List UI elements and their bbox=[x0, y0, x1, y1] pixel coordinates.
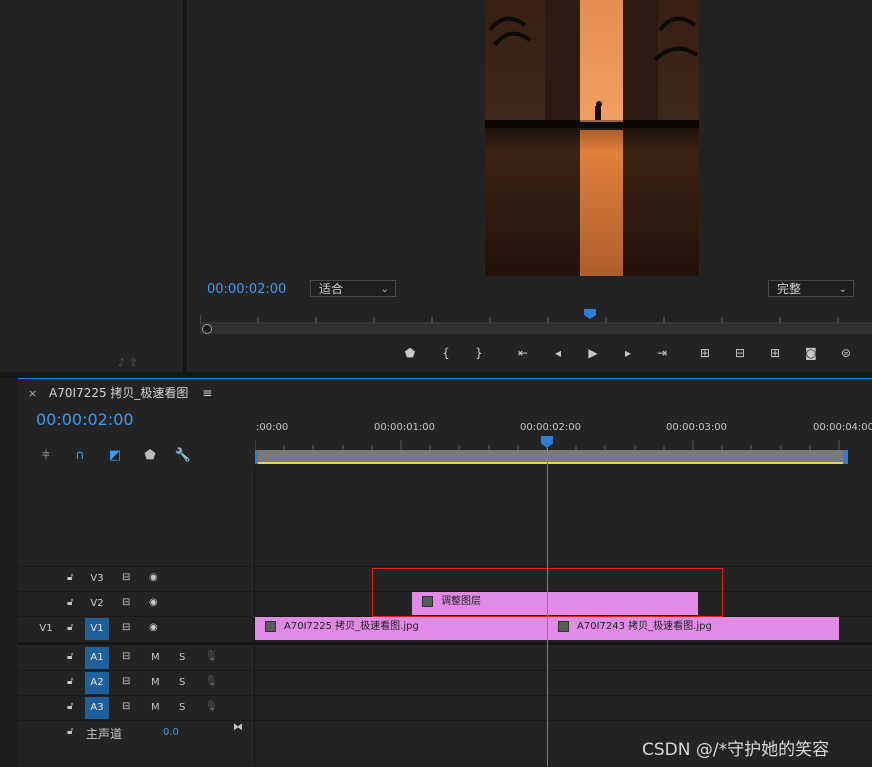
go-to-end-icon[interactable]: ⧓ bbox=[233, 722, 243, 733]
lock-icon[interactable]: 🔓︎ bbox=[67, 676, 73, 687]
compare-icon[interactable]: ⊞ bbox=[766, 344, 784, 362]
master-track-label: 主声道 bbox=[86, 727, 123, 741]
work-area-start-handle[interactable] bbox=[255, 450, 258, 464]
timeline-ruler[interactable]: :00:00 00:00:01:00 00:00:02:00 00:00:03:… bbox=[255, 420, 872, 450]
row-divider bbox=[18, 566, 872, 567]
mute-button[interactable]: M bbox=[151, 652, 160, 663]
eye-icon[interactable]: ◉ bbox=[149, 597, 158, 608]
scrub-start-handle[interactable] bbox=[202, 324, 212, 334]
sync-lock-icon[interactable]: ⊟ bbox=[122, 701, 130, 712]
video-clip[interactable]: A70I7225 拷贝_极速看图.jpg bbox=[255, 617, 547, 640]
clip-label: A70I7225 拷贝_极速看图.jpg bbox=[284, 621, 419, 632]
microphone-icon[interactable]: 🎙︎ bbox=[205, 676, 218, 687]
go-to-in-icon[interactable]: ⇤ bbox=[514, 344, 532, 362]
row-divider bbox=[18, 695, 872, 696]
mark-out-icon[interactable]: } bbox=[470, 344, 488, 362]
track-label-v1[interactable]: V1 bbox=[85, 618, 109, 640]
solo-button[interactable]: S bbox=[179, 702, 185, 713]
button-editor-icon[interactable]: ⊜ bbox=[837, 344, 855, 362]
fx-badge-icon bbox=[265, 620, 276, 632]
row-divider bbox=[18, 670, 872, 671]
linked-selection-icon[interactable]: ◩ bbox=[105, 446, 125, 466]
playhead-line bbox=[547, 448, 548, 766]
track-label-v2[interactable]: V2 bbox=[85, 593, 109, 615]
add-marker-icon[interactable]: ⬟ bbox=[401, 344, 419, 362]
track-label-v3[interactable]: V3 bbox=[85, 568, 109, 590]
track-label-a2[interactable]: A2 bbox=[85, 672, 109, 694]
timeline-timecode[interactable]: 00:00:02:00 bbox=[36, 410, 134, 429]
extract-icon[interactable]: ⊟ bbox=[731, 344, 749, 362]
mute-button[interactable]: M bbox=[151, 702, 160, 713]
step-back-icon[interactable]: ◂ bbox=[549, 344, 567, 362]
watermark: CSDN @/*守护她的笑容 bbox=[642, 740, 830, 760]
zoom-level-dropdown[interactable]: 适合 ⌄ bbox=[310, 280, 396, 297]
lock-icon[interactable]: 🔓︎ bbox=[67, 726, 73, 737]
monitor-timecode[interactable]: 00:00:02:00 bbox=[207, 282, 286, 297]
monitor-ruler[interactable] bbox=[200, 312, 872, 324]
sync-lock-icon[interactable]: ⊟ bbox=[122, 676, 130, 687]
tools-strip bbox=[0, 378, 18, 766]
panel-menu-icon[interactable]: ≡ bbox=[202, 386, 212, 400]
work-area-bar[interactable] bbox=[255, 450, 843, 464]
sync-lock-icon[interactable]: ⊟ bbox=[122, 597, 130, 608]
chevron-down-icon: ⌄ bbox=[380, 284, 389, 295]
chevron-down-icon: ⌄ bbox=[838, 284, 847, 295]
track-label-a3[interactable]: A3 bbox=[85, 697, 109, 719]
close-icon[interactable]: × bbox=[28, 387, 37, 400]
sequence-name: A70I7225 拷贝_极速看图 bbox=[49, 386, 189, 400]
video-clip[interactable]: A70I7243 拷贝_极速看图.jpg bbox=[548, 617, 839, 640]
step-forward-icon[interactable]: ▸ bbox=[619, 344, 637, 362]
mute-button[interactable]: M bbox=[151, 677, 160, 688]
microphone-icon[interactable]: 🎙︎ bbox=[205, 651, 218, 662]
track-label-a1[interactable]: A1 bbox=[85, 647, 109, 669]
panel-footer-icons[interactable]: ♪ ⇪ bbox=[118, 356, 138, 369]
zoom-level-value: 适合 bbox=[319, 282, 344, 296]
lift-icon[interactable]: ⊞ bbox=[696, 344, 714, 362]
lock-icon[interactable]: 🔓︎ bbox=[67, 622, 73, 633]
sync-lock-icon[interactable]: ⊟ bbox=[122, 622, 130, 633]
lock-icon[interactable]: 🔓︎ bbox=[67, 651, 73, 662]
solo-button[interactable]: S bbox=[179, 677, 185, 688]
clip-label: A70I7243 拷贝_极速看图.jpg bbox=[577, 621, 712, 632]
project-panel bbox=[0, 0, 183, 372]
lock-icon[interactable]: 🔓︎ bbox=[67, 701, 73, 712]
lock-icon[interactable]: 🔓︎ bbox=[67, 597, 73, 608]
microphone-icon[interactable]: 🎙︎ bbox=[205, 701, 218, 712]
resolution-value: 完整 bbox=[777, 282, 802, 296]
playback-resolution-dropdown[interactable]: 完整 ⌄ bbox=[768, 280, 854, 297]
sync-lock-icon[interactable]: ⊟ bbox=[122, 651, 130, 662]
eye-icon[interactable]: ◉ bbox=[149, 622, 158, 633]
eye-icon[interactable]: ◉ bbox=[149, 572, 158, 583]
go-to-out-icon[interactable]: ⇥ bbox=[653, 344, 671, 362]
program-preview-image bbox=[485, 0, 699, 276]
wrench-icon[interactable]: 🔧 bbox=[173, 446, 193, 466]
add-marker-icon[interactable]: ⬟ bbox=[140, 446, 160, 466]
mark-in-icon[interactable]: { bbox=[437, 344, 455, 362]
sync-lock-icon[interactable]: ⊟ bbox=[122, 572, 130, 583]
monitor-scrub-bar[interactable] bbox=[200, 324, 872, 334]
solo-button[interactable]: S bbox=[179, 652, 185, 663]
master-volume-value[interactable]: 0.0 bbox=[163, 727, 179, 738]
snap-magnet-icon[interactable]: ∩ bbox=[70, 446, 90, 466]
row-divider bbox=[18, 720, 872, 721]
work-area-end-handle[interactable] bbox=[843, 450, 848, 464]
source-patch-v1[interactable]: V1 bbox=[34, 618, 58, 640]
sequence-tab[interactable]: × A70I7225 拷贝_极速看图 ≡ bbox=[28, 384, 212, 401]
fx-badge-icon bbox=[558, 620, 569, 632]
camera-icon[interactable]: ◙ bbox=[802, 344, 820, 362]
lock-icon[interactable]: 🔓︎ bbox=[67, 572, 73, 583]
nest-insert-icon[interactable]: ⫩ bbox=[36, 446, 56, 466]
play-icon[interactable]: ▶ bbox=[584, 344, 602, 362]
av-divider[interactable] bbox=[18, 642, 872, 645]
